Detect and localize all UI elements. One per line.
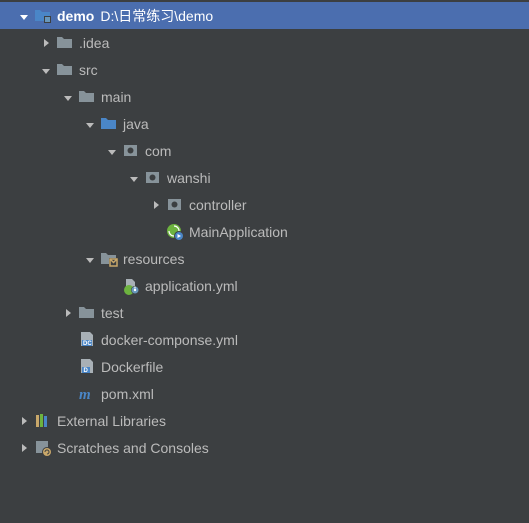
tree-item-dockerfile[interactable]: Dockerfile	[0, 353, 529, 380]
tree-label: application.yml	[145, 278, 238, 294]
tree-item-com[interactable]: com	[0, 137, 529, 164]
tree-label: resources	[123, 251, 184, 267]
docker-compose-file-icon	[78, 331, 96, 349]
folder-icon	[78, 304, 96, 322]
tree-label: test	[101, 305, 124, 321]
tree-item-src[interactable]: src	[0, 56, 529, 83]
chevron-right-icon[interactable]	[16, 413, 32, 429]
tree-path: D:\日常练习\demo	[100, 6, 213, 26]
tree-label: wanshi	[167, 170, 211, 186]
scratches-icon	[34, 439, 52, 457]
tree-label: docker-componse.yml	[101, 332, 238, 348]
tree-item-test[interactable]: test	[0, 299, 529, 326]
resources-folder-icon	[100, 250, 118, 268]
tree-item-java[interactable]: java	[0, 110, 529, 137]
chevron-down-icon[interactable]	[82, 116, 98, 132]
tree-label: java	[123, 116, 149, 132]
spring-boot-icon	[166, 223, 184, 241]
tree-item-idea[interactable]: .idea	[0, 29, 529, 56]
tree-item-demo[interactable]: demo D:\日常练习\demo	[0, 2, 529, 29]
source-folder-icon	[100, 115, 118, 133]
package-icon	[122, 142, 140, 160]
chevron-down-icon[interactable]	[82, 251, 98, 267]
tree-item-scratches[interactable]: Scratches and Consoles	[0, 434, 529, 461]
tree-item-application-yml[interactable]: application.yml	[0, 272, 529, 299]
chevron-right-icon[interactable]	[148, 197, 164, 213]
tree-item-wanshi[interactable]: wanshi	[0, 164, 529, 191]
tree-label: com	[145, 143, 171, 159]
tree-item-docker-compose[interactable]: docker-componse.yml	[0, 326, 529, 353]
chevron-down-icon[interactable]	[38, 62, 54, 78]
folder-icon	[78, 88, 96, 106]
docker-file-icon	[78, 358, 96, 376]
tree-label: controller	[189, 197, 247, 213]
tree-label: main	[101, 89, 131, 105]
tree-item-controller[interactable]: controller	[0, 191, 529, 218]
tree-label: src	[79, 62, 98, 78]
tree-item-external-libraries[interactable]: External Libraries	[0, 407, 529, 434]
tree-label: Dockerfile	[101, 359, 163, 375]
tree-label: .idea	[79, 35, 109, 51]
tree-label: External Libraries	[57, 413, 166, 429]
chevron-right-icon[interactable]	[60, 305, 76, 321]
package-icon	[166, 196, 184, 214]
tree-label: Scratches and Consoles	[57, 440, 209, 456]
chevron-right-icon[interactable]	[16, 440, 32, 456]
tree-item-main[interactable]: main	[0, 83, 529, 110]
chevron-down-icon[interactable]	[60, 89, 76, 105]
tree-item-pom[interactable]: pom.xml	[0, 380, 529, 407]
chevron-down-icon[interactable]	[104, 143, 120, 159]
tree-label: demo	[57, 8, 94, 24]
folder-module-icon	[34, 7, 52, 25]
maven-file-icon	[78, 385, 96, 403]
chevron-down-icon[interactable]	[16, 8, 32, 24]
folder-icon	[56, 34, 74, 52]
tree-item-resources[interactable]: resources	[0, 245, 529, 272]
chevron-down-icon[interactable]	[126, 170, 142, 186]
chevron-right-icon[interactable]	[38, 35, 54, 51]
tree-item-mainapplication[interactable]: MainApplication	[0, 218, 529, 245]
tree-label: MainApplication	[189, 224, 288, 240]
package-icon	[144, 169, 162, 187]
yaml-file-icon	[122, 277, 140, 295]
folder-icon	[56, 61, 74, 79]
library-icon	[34, 412, 52, 430]
tree-label: pom.xml	[101, 386, 154, 402]
